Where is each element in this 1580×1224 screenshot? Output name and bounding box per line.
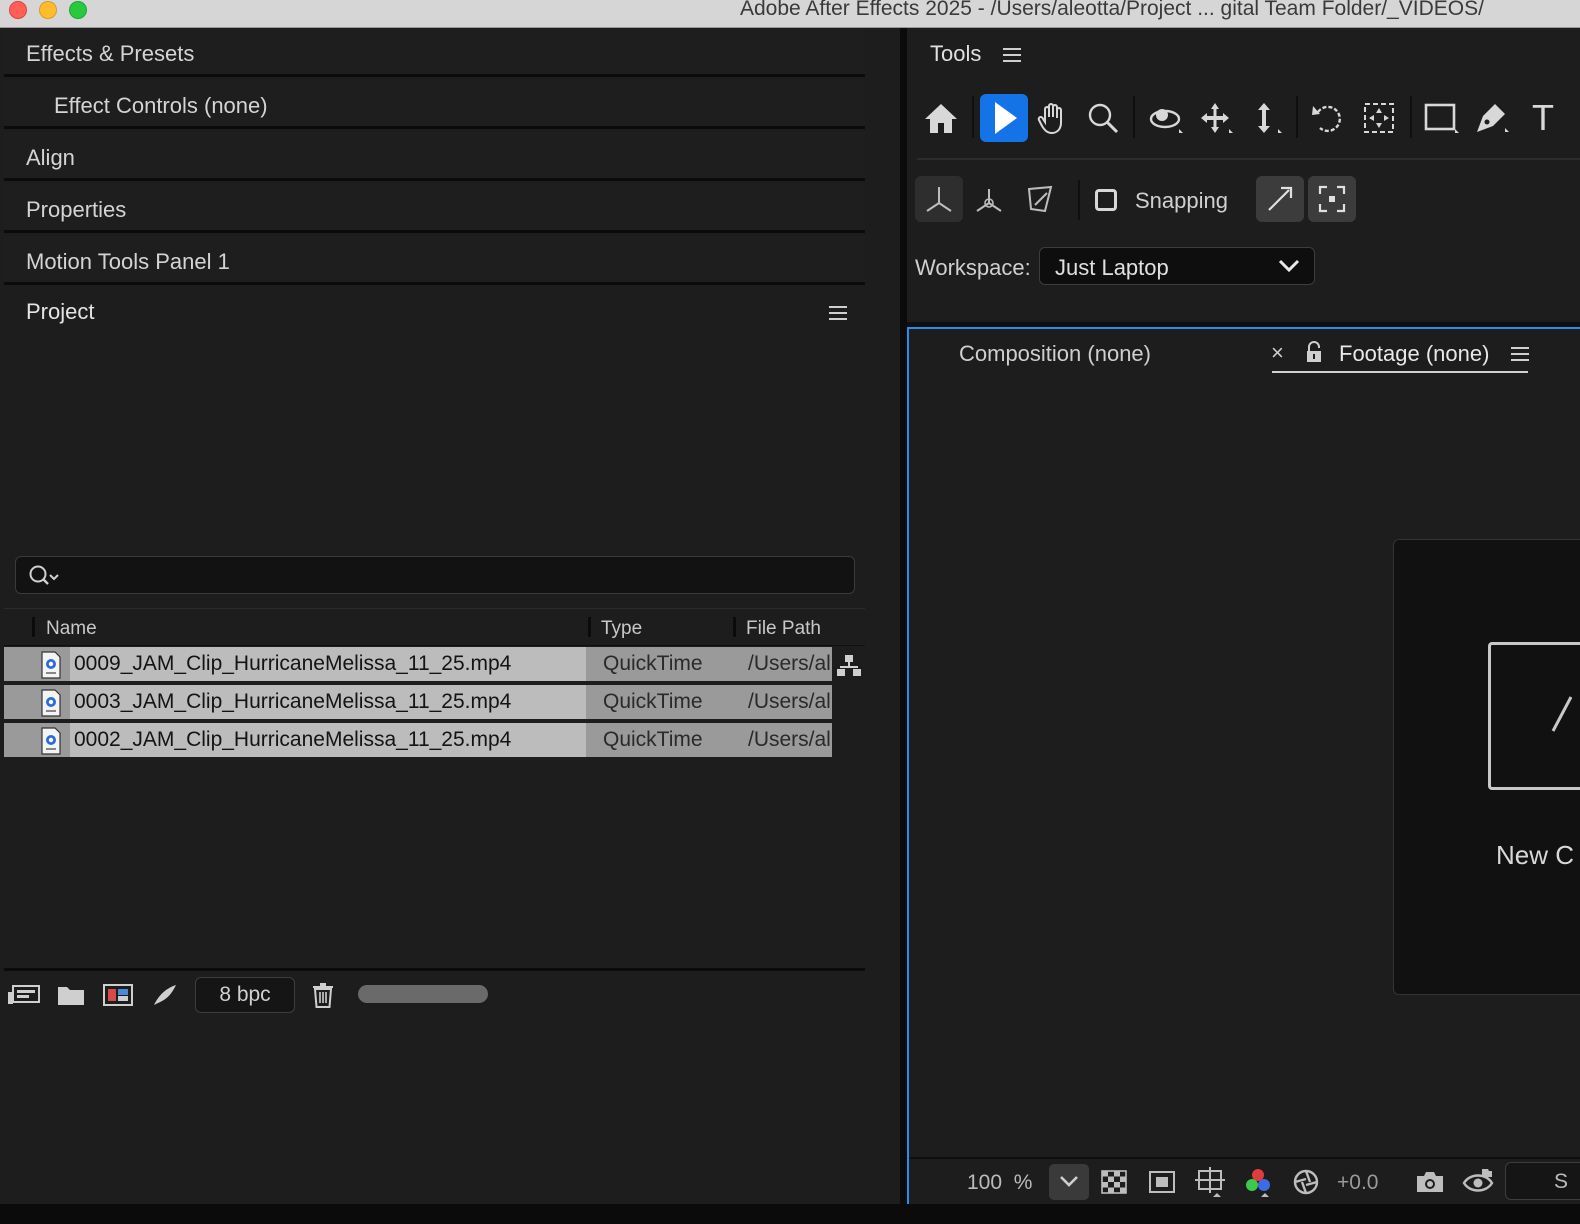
anchor-point-tool-icon[interactable] [1355,94,1403,142]
mask-visibility-icon[interactable] [1147,1168,1177,1196]
show-snapshot-icon[interactable] [1461,1166,1495,1196]
close-window-button[interactable] [9,1,27,19]
item-name: 0009_JAM_Clip_HurricaneMelissa_11_25.mp4 [74,652,512,675]
tab-effect-controls[interactable]: Effect Controls (none) [4,80,865,129]
home-icon[interactable] [917,94,965,142]
rectangle-tool-icon[interactable] [1418,94,1466,142]
selection-tool-icon[interactable] [980,94,1028,142]
color-channels-icon[interactable] [1242,1166,1274,1198]
new-composition-icon[interactable] [101,980,135,1010]
column-file-path[interactable]: File Path [746,618,821,640]
panel-menu-icon[interactable] [826,302,850,324]
window-titlebar: Adobe After Effects 2025 - /Users/aleott… [0,0,1580,28]
lock-open-icon[interactable] [1302,339,1326,365]
flowchart-icon[interactable] [834,652,864,680]
column-name[interactable]: Name [46,618,97,640]
quicktime-file-icon [41,727,61,755]
snap-features-icon[interactable] [1308,176,1356,222]
tab-composition[interactable]: Composition (none) [959,341,1151,367]
hand-tool-icon[interactable] [1029,94,1077,142]
rotate-tool-icon[interactable] [1304,94,1352,142]
zoom-value[interactable]: 100 % [967,1171,1032,1195]
panel-menu-icon[interactable] [1509,343,1531,365]
quicktime-file-icon [41,689,61,717]
item-type: QuickTime [603,690,703,713]
zoom-dropdown[interactable] [1049,1164,1089,1200]
thumbnail-size-slider[interactable] [358,985,488,1003]
dolly-camera-icon[interactable] [1241,94,1289,142]
new-folder-icon[interactable] [55,980,87,1010]
chevron-down-icon [1278,259,1300,273]
project-search-input[interactable] [15,556,855,594]
pen-tool-icon[interactable] [1468,94,1516,142]
tab-motion-tools[interactable]: Motion Tools Panel 1 [4,236,865,285]
viewer-footer-bar: 100 % +0.0 S [909,1157,1580,1204]
chevron-down-icon [1060,1176,1078,1187]
tab-label: Motion Tools Panel 1 [26,249,230,274]
reset-exposure-icon[interactable] [1291,1167,1321,1197]
snap-edges-icon[interactable] [1256,176,1304,222]
region-of-interest-icon[interactable] [1194,1166,1226,1198]
bit-depth-button[interactable]: 8 bpc [195,977,295,1013]
project-panel-title[interactable]: Project [26,299,94,325]
snapping-checkbox[interactable] [1095,189,1117,211]
camera-snapshot-icon[interactable] [1414,1168,1446,1196]
new-composition-card[interactable]: New C [1393,539,1580,995]
zoom-tool-icon[interactable] [1079,94,1127,142]
item-type: QuickTime [603,652,703,675]
panel-menu-icon[interactable] [1001,45,1023,65]
item-path: /Users/al [748,728,830,751]
tab-label: Effect Controls (none) [54,93,268,118]
transparency-grid-icon[interactable] [1099,1168,1129,1196]
viewer-panel: Composition (none) × Footage (none) New … [907,327,1580,1204]
view-axis-mode-icon[interactable] [1017,176,1065,222]
project-column-header: Name Type File Path [4,608,865,646]
tab-effects-presets[interactable]: Effects & Presets [4,28,865,77]
search-icon [29,565,59,585]
workspace-dropdown[interactable]: Just Laptop [1039,247,1315,285]
panel-divider[interactable] [900,28,907,1204]
world-axis-mode-icon[interactable] [965,176,1013,222]
close-tab-button[interactable]: × [1271,340,1284,366]
orbit-camera-icon[interactable] [1142,94,1190,142]
project-settings-icon[interactable] [148,980,180,1010]
item-name: 0002_JAM_Clip_HurricaneMelissa_11_25.mp4 [74,728,512,751]
left-panel-group: Effects & Presets Effect Controls (none)… [0,28,900,1204]
tab-label: Properties [26,197,127,222]
project-item-row[interactable]: 0002_JAM_Clip_HurricaneMelissa_11_25.mp4… [4,723,832,759]
tab-label: Effects & Presets [26,41,195,66]
item-path: /Users/al [748,690,830,713]
tab-footage[interactable]: Footage (none) [1339,341,1489,367]
viewer-options-field[interactable]: S [1505,1162,1580,1200]
quicktime-file-icon [41,651,61,679]
type-tool-icon[interactable]: T [1519,94,1567,142]
project-item-row[interactable]: 0009_JAM_Clip_HurricaneMelissa_11_25.mp4… [4,647,832,683]
exposure-value[interactable]: +0.0 [1337,1171,1378,1195]
maximize-window-button[interactable] [69,1,87,19]
new-composition-label: New C [1496,840,1575,870]
item-type: QuickTime [603,728,703,751]
column-type[interactable]: Type [601,618,642,640]
bottom-edge [0,1204,1580,1224]
minimize-window-button[interactable] [39,1,57,19]
item-path: /Users/al [748,652,830,675]
pan-camera-icon[interactable] [1192,94,1240,142]
tab-properties[interactable]: Properties [4,184,865,233]
local-axis-mode-icon[interactable] [915,176,963,222]
tab-label: Align [26,145,75,170]
workspace-value: Just Laptop [1055,255,1169,280]
trash-icon[interactable] [308,980,338,1010]
item-name: 0003_JAM_Clip_HurricaneMelissa_11_25.mp4 [74,690,512,713]
type-tool-glyph: T [1532,97,1554,138]
window-title: Adobe After Effects 2025 - /Users/aleott… [740,0,1484,20]
new-composition-icon [1488,642,1580,790]
workspace-label: Workspace: [915,255,1031,280]
snapping-label: Snapping [1135,188,1228,213]
viewer-options-text: S [1554,1170,1569,1193]
interpret-footage-icon[interactable] [6,980,42,1010]
tools-panel: Tools T Snapping Workspace: Just Laptop [907,28,1580,322]
tools-panel-title[interactable]: Tools [930,41,981,67]
tab-align[interactable]: Align [4,132,865,181]
project-item-row[interactable]: 0003_JAM_Clip_HurricaneMelissa_11_25.mp4… [4,685,832,721]
